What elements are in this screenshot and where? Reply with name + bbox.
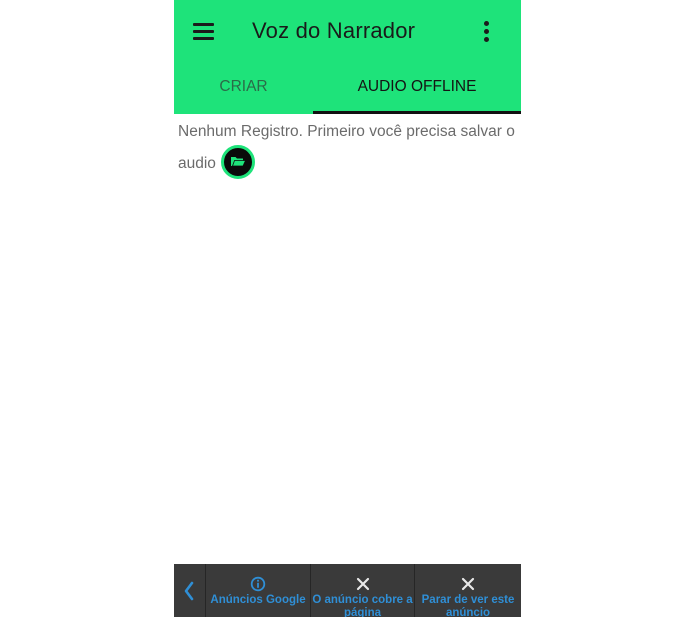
tab-audio-offline[interactable]: AUDIO OFFLINE — [313, 62, 521, 112]
ad-stop-seeing-label: Parar de ver este anúncio — [421, 594, 515, 617]
close-icon — [461, 577, 475, 591]
hamburger-menu-icon[interactable] — [193, 23, 215, 41]
ad-covers-page-button[interactable]: O anúncio cobre a página — [311, 564, 415, 617]
ad-stop-seeing-button[interactable]: Parar de ver este anúncio — [415, 564, 521, 617]
ad-info-button[interactable]: Anúncios Google — [206, 564, 311, 617]
chevron-left-icon — [184, 581, 194, 601]
tab-criar[interactable]: CRIAR — [174, 62, 313, 112]
open-folder-button[interactable] — [221, 145, 256, 179]
ad-control-bar: Anúncios Google O anúncio cobre a página… — [174, 564, 521, 617]
close-icon — [356, 577, 369, 591]
ad-covers-page-label: O anúncio cobre a página — [312, 594, 413, 617]
ad-info-label: Anúncios Google — [210, 594, 306, 606]
info-circle-icon — [250, 576, 266, 592]
folder-open-icon — [231, 157, 247, 167]
ad-back-button[interactable] — [174, 564, 206, 617]
app-screen: Voz do Narrador CRIAR AUDIO OFFLINE Nenh… — [174, 0, 521, 617]
tab-selected-indicator — [313, 111, 521, 114]
app-title: Voz do Narrador — [252, 18, 416, 43]
empty-state: Nenhum Registro. Primeiro você precisa s… — [178, 117, 516, 181]
more-vertical-icon[interactable] — [482, 21, 490, 43]
app-bar: Voz do Narrador CRIAR AUDIO OFFLINE — [174, 0, 521, 114]
